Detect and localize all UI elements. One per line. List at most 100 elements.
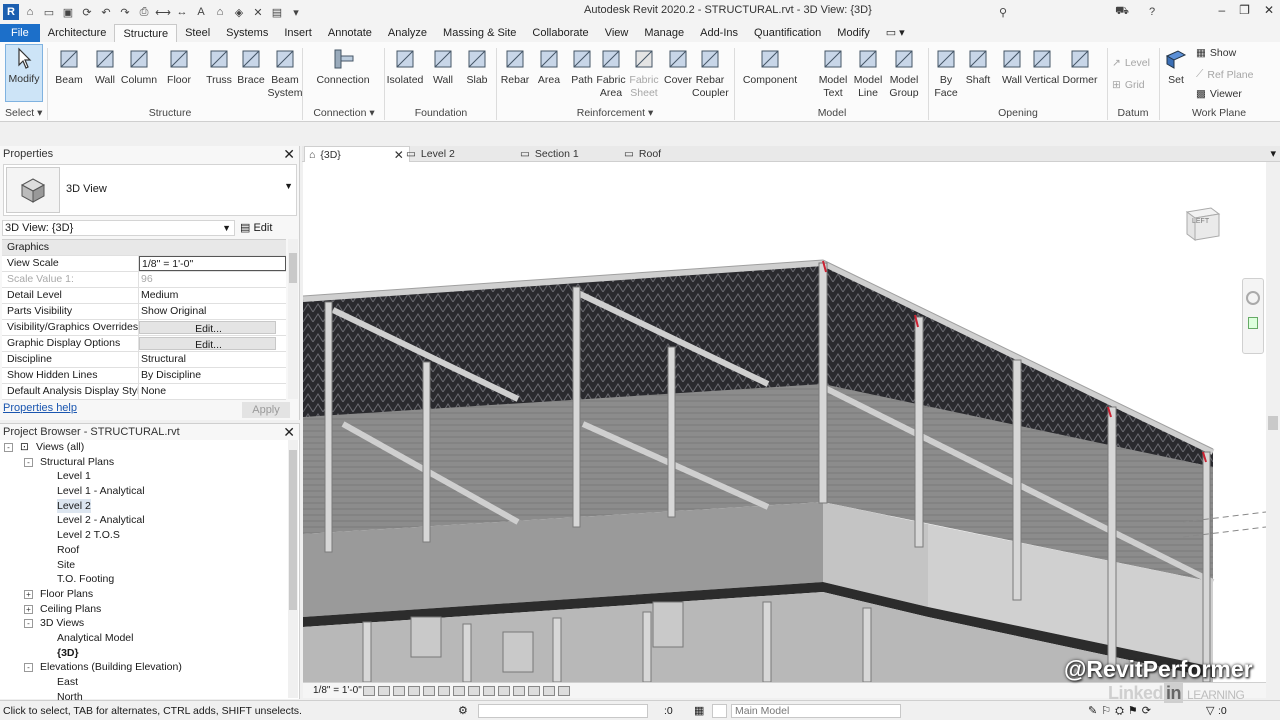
analytical-model-icon[interactable] <box>528 685 540 696</box>
section-header-graphics[interactable]: Graphics <box>2 240 286 256</box>
reinforcement-group-label[interactable]: Reinforcement ▾ <box>500 107 730 119</box>
view-scale-control[interactable]: 1/8" = 1'-0" <box>303 685 363 696</box>
close-icon[interactable]: ✕ <box>394 147 404 163</box>
tab-add-ins[interactable]: Add-Ins <box>692 24 746 42</box>
sync-icon[interactable]: ⟳ <box>79 4 95 20</box>
browser-item-level-2[interactable]: Level 2 <box>0 498 288 514</box>
collapse-icon[interactable]: - <box>24 457 33 467</box>
undo-icon[interactable]: ↶ <box>98 4 114 20</box>
view-tab-roof[interactable]: ▭ Roof <box>624 146 661 162</box>
apply-button[interactable]: Apply <box>242 402 290 418</box>
tab-structure[interactable]: Structure <box>114 24 178 42</box>
viewer-button[interactable]: ▩ Viewer <box>1196 88 1242 100</box>
component-button[interactable]: Component <box>740 46 800 87</box>
property-value[interactable]: None <box>139 384 286 399</box>
fabric-area-button[interactable]: Fabric Area <box>593 46 629 100</box>
collapse-icon[interactable]: - <box>24 619 33 629</box>
select-dropdown[interactable]: Select ▾ <box>5 107 47 119</box>
collapse-icon[interactable]: - <box>24 663 33 673</box>
visual-style-icon[interactable] <box>378 685 390 696</box>
browser-item-3d[interactable]: {3D} <box>0 646 288 661</box>
detail-level-icon[interactable] <box>363 685 375 696</box>
browser-item-level-1[interactable]: Level 1 <box>0 469 288 484</box>
tab-context-dropdown[interactable]: ▭ ▾ <box>878 24 913 42</box>
expand-icon[interactable]: + <box>24 589 33 599</box>
revit-logo-icon[interactable]: R <box>3 4 19 20</box>
browser-item-3d-views[interactable]: -3D Views <box>0 616 288 631</box>
rebar-coupler-button[interactable]: Rebar Coupler <box>692 46 729 100</box>
isolated-button[interactable]: Isolated <box>386 46 424 87</box>
collapse-icon[interactable]: - <box>4 443 13 452</box>
3d-view-canvas[interactable]: LEFT <box>303 162 1266 682</box>
model-line-button[interactable]: Model Line <box>848 46 888 100</box>
browser-item-site[interactable]: Site <box>0 558 288 573</box>
dimension-icon[interactable]: ↔ <box>174 4 190 20</box>
open-icon[interactable]: ▭ <box>41 4 57 20</box>
minimize-icon[interactable]: – <box>1218 3 1225 17</box>
shaft-button[interactable]: Shaft <box>960 46 996 87</box>
tab-quantification[interactable]: Quantification <box>746 24 829 42</box>
property-value[interactable]: Show Original <box>139 304 286 319</box>
expand-icon[interactable]: + <box>24 604 33 614</box>
fabric-sheet-button[interactable]: Fabric Sheet <box>626 46 662 100</box>
property-value[interactable]: Edit... <box>139 321 276 334</box>
switch-windows-icon[interactable]: ▤ <box>269 4 285 20</box>
design-option-box[interactable] <box>712 704 727 718</box>
modify-button[interactable]: Modify <box>5 44 43 102</box>
close-hidden-icon[interactable]: ✕ <box>250 4 266 20</box>
tab-massing-site[interactable]: Massing & Site <box>435 24 524 42</box>
vertical-button[interactable]: Vertical <box>1024 46 1060 87</box>
wall-button[interactable]: Wall <box>424 46 462 87</box>
tab-insert[interactable]: Insert <box>276 24 320 42</box>
tab-architecture[interactable]: Architecture <box>40 24 115 42</box>
browser-item-t-o-footing[interactable]: T.O. Footing <box>0 572 288 587</box>
browser-item-structural-plans[interactable]: - Structural Plans <box>0 455 288 470</box>
browser-item-elevations-building-elevation[interactable]: - Elevations (Building Elevation) <box>0 660 288 675</box>
lock-view-icon[interactable] <box>468 685 480 696</box>
property-value[interactable]: Medium <box>139 288 286 303</box>
brace-button[interactable]: Brace <box>232 46 270 87</box>
worksets-icon[interactable]: ⚙ <box>458 704 468 717</box>
type-selector[interactable]: 3D View ▼ <box>3 164 297 216</box>
scrollbar-thumb[interactable] <box>289 450 297 610</box>
slab-button[interactable]: Slab <box>458 46 496 87</box>
browser-item-ceiling-plans[interactable]: + Ceiling Plans <box>0 602 288 617</box>
tab-file[interactable]: File <box>0 24 40 42</box>
property-value[interactable]: 1/8" = 1'-0" <box>139 256 286 271</box>
sun-path-icon[interactable] <box>393 685 405 696</box>
crop-view-icon[interactable] <box>438 685 450 696</box>
browser-item-views-all[interactable]: - ⊡ Views (all) <box>0 440 288 455</box>
show-crop-icon[interactable] <box>453 685 465 696</box>
temporary-properties-icon[interactable] <box>513 685 525 696</box>
browser-item-level-1-analytical[interactable]: Level 1 - Analytical <box>0 484 288 499</box>
tab-collaborate[interactable]: Collaborate <box>524 24 596 42</box>
tab-steel[interactable]: Steel <box>177 24 218 42</box>
cover-button[interactable]: Cover <box>660 46 696 87</box>
cart-icon[interactable]: ⛟ <box>1114 4 1130 20</box>
shadows-icon[interactable] <box>408 685 420 696</box>
hide-isolate-icon[interactable] <box>483 685 495 696</box>
view-cube[interactable]: LEFT <box>1183 204 1223 241</box>
selection-filter-icons[interactable]: ✎⚐⛭⚑⟳ <box>1088 704 1155 718</box>
binoculars-icon[interactable]: ⚲ <box>995 4 1011 20</box>
property-value[interactable]: By Discipline <box>139 368 286 383</box>
level-button[interactable]: ↗ Level <box>1112 57 1150 69</box>
browser-item-roof[interactable]: Roof <box>0 543 288 558</box>
zoom-icon[interactable] <box>1248 317 1258 329</box>
close-icon[interactable]: ✕ <box>283 424 295 440</box>
view-tabs-menu-icon[interactable]: ▾ <box>1270 147 1276 160</box>
constraints-icon[interactable] <box>558 685 570 696</box>
tab-systems[interactable]: Systems <box>218 24 276 42</box>
connection-button[interactable]: Connection <box>316 46 370 87</box>
scrollbar-thumb[interactable] <box>1268 416 1278 430</box>
tab-modify[interactable]: Modify <box>829 24 877 42</box>
connection-group-label[interactable]: Connection ▾ <box>306 107 382 119</box>
view-tab-3d[interactable]: ⌂ {3D} ✕ <box>304 146 410 162</box>
by-face-button[interactable]: By Face <box>928 46 964 100</box>
view-tab-section-1[interactable]: ▭ Section 1 <box>520 146 579 162</box>
navigation-bar[interactable] <box>1242 278 1264 354</box>
browser-scrollbar[interactable] <box>288 440 298 698</box>
beam-button[interactable]: Beam <box>50 46 88 87</box>
rebar-button[interactable]: Rebar <box>497 46 533 87</box>
model-group-button[interactable]: Model Group <box>884 46 924 100</box>
